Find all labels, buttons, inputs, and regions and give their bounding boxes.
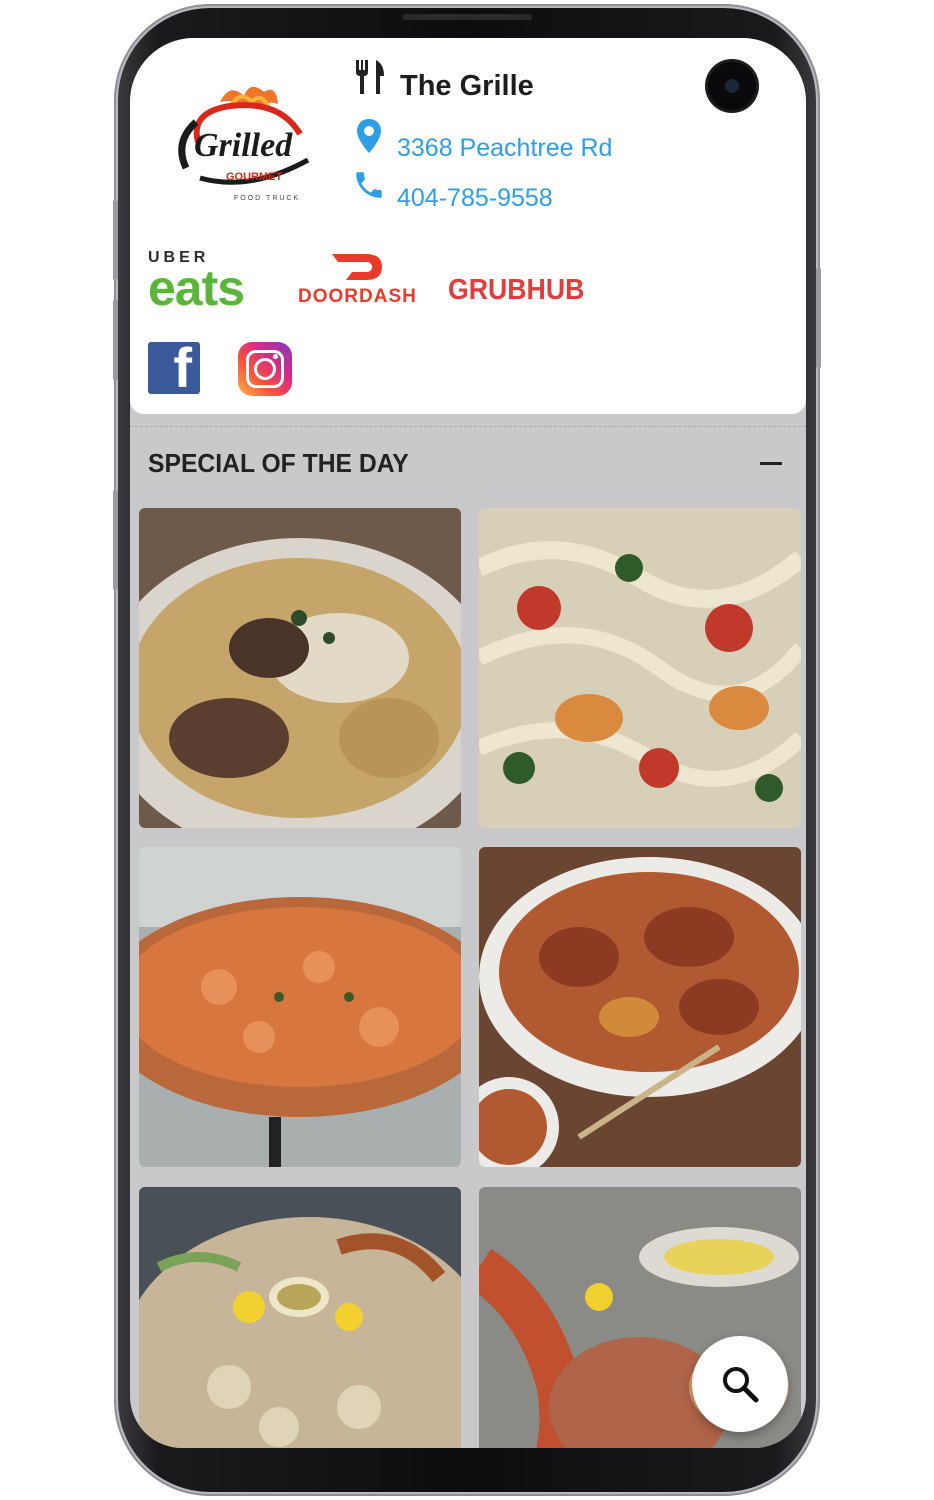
chicken-peppers-platter-image [479, 847, 801, 1167]
grilled-seafood-platter-image [139, 1187, 461, 1448]
section-divider [130, 426, 806, 428]
shrimp-linguine-image [479, 508, 801, 828]
dish-tile-5[interactable] [139, 1187, 461, 1448]
dish-tile-4[interactable] [479, 847, 801, 1167]
dish-tile-3[interactable] [139, 847, 461, 1167]
collapse-minus-button[interactable] [750, 448, 790, 478]
power-button [816, 268, 821, 368]
doordash-label: DOORDASH [298, 286, 417, 307]
doordash-link[interactable]: DOORDASH [298, 252, 416, 308]
bixby-button [113, 490, 118, 590]
app-screen: Grilled GOURMET FOOD TRUCK The Grille 33… [130, 38, 806, 1448]
ubereats-link[interactable]: UBER eats [148, 250, 245, 316]
seafood-pizza-image [139, 847, 461, 1167]
restaurant-header-card: Grilled GOURMET FOOD TRUCK The Grille 33… [130, 38, 806, 414]
section-title: SPECIAL OF THE DAY [148, 448, 409, 478]
logo-tagline: FOOD TRUCK [234, 195, 300, 202]
dish-tile-2[interactable] [479, 508, 801, 828]
search-button[interactable] [692, 1336, 788, 1432]
phone-icon [356, 172, 382, 198]
location-pin-icon [357, 119, 381, 153]
fork-knife-icon [356, 60, 384, 94]
grubhub-link[interactable]: GRUBHUB [448, 274, 584, 307]
volume-button-lower [113, 300, 118, 380]
restaurant-address-link[interactable]: 3368 Peachtree Rd [397, 134, 612, 163]
earpiece-speaker [402, 14, 532, 20]
instagram-icon[interactable] [238, 342, 292, 396]
grilled-gourmet-logo: Grilled GOURMET FOOD TRUCK [178, 86, 310, 202]
pasta-with-beef-image [139, 508, 461, 828]
logo-subtext: GOURMET [226, 171, 283, 183]
restaurant-name: The Grille [400, 70, 534, 102]
front-camera [708, 62, 756, 110]
volume-button [113, 200, 118, 280]
restaurant-phone-link[interactable]: 404-785-9558 [397, 184, 553, 213]
facebook-icon[interactable]: f [148, 342, 200, 394]
logo-text: Grilled [194, 127, 293, 164]
ubereats-logo-bottom: eats [148, 260, 245, 316]
search-icon [723, 1367, 759, 1403]
dish-tile-1[interactable] [139, 508, 461, 828]
doordash-icon [332, 254, 382, 280]
